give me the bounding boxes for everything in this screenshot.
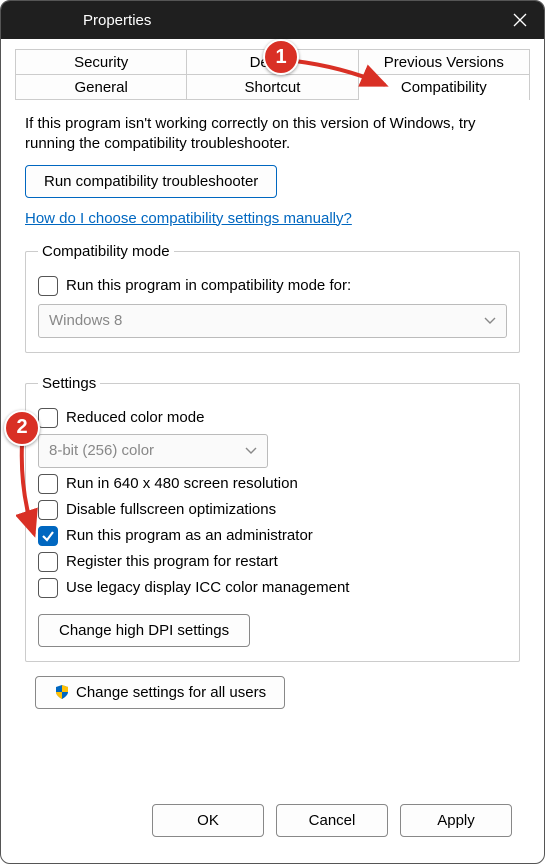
annotation-badge-2: 2 (4, 410, 40, 446)
reduced-color-label: Reduced color mode (66, 409, 204, 426)
compatibility-mode-group: Compatibility mode Run this program in c… (25, 243, 520, 353)
chevron-down-icon (484, 312, 496, 329)
reduced-color-checkbox[interactable] (38, 408, 58, 428)
annotation-arrow-1 (293, 55, 393, 95)
dialog-body: 1 Security Details Previous Versions Gen… (1, 39, 544, 863)
settings-group: Settings 2 Reduced color mode 8-bit (256… (25, 375, 520, 662)
color-mode-select-value: 8-bit (256) color (49, 442, 154, 459)
compat-mode-select-value: Windows 8 (49, 312, 122, 329)
register-restart-label: Register this program for restart (66, 553, 278, 570)
annotation-badge-1: 1 (263, 39, 299, 75)
chevron-down-icon (245, 442, 257, 459)
compat-mode-label: Run this program in compatibility mode f… (66, 277, 351, 294)
apply-button[interactable]: Apply (400, 804, 512, 837)
run-as-admin-label: Run this program as an administrator (66, 527, 313, 544)
intro-text: If this program isn't working correctly … (25, 114, 520, 155)
legacy-icc-checkbox[interactable] (38, 578, 58, 598)
compatibility-mode-legend: Compatibility mode (38, 243, 174, 260)
run-640x480-label: Run in 640 x 480 screen resolution (66, 475, 298, 492)
annotation-arrow-2 (16, 442, 46, 542)
disable-fullscreen-label: Disable fullscreen optimizations (66, 501, 276, 518)
tab-general[interactable]: General (15, 74, 187, 99)
ok-button[interactable]: OK (152, 804, 264, 837)
change-all-users-button[interactable]: Change settings for all users (35, 676, 285, 709)
run-troubleshooter-button[interactable]: Run compatibility troubleshooter (25, 165, 277, 198)
register-restart-checkbox[interactable] (38, 552, 58, 572)
window-title: Properties (15, 12, 151, 29)
color-mode-select[interactable]: 8-bit (256) color (38, 434, 268, 468)
close-button[interactable] (510, 10, 530, 30)
change-all-users-label: Change settings for all users (76, 684, 266, 701)
settings-legend: Settings (38, 375, 100, 392)
cancel-button[interactable]: Cancel (276, 804, 388, 837)
compat-mode-checkbox[interactable] (38, 276, 58, 296)
close-icon (513, 13, 527, 27)
dialog-footer: OK Cancel Apply (15, 792, 530, 855)
legacy-icc-label: Use legacy display ICC color management (66, 579, 349, 596)
manual-settings-link[interactable]: How do I choose compatibility settings m… (25, 210, 352, 227)
tab-content: If this program isn't working correctly … (15, 100, 530, 792)
shield-icon (54, 684, 70, 700)
tab-security[interactable]: Security (15, 49, 187, 74)
properties-dialog: Properties 1 Security Details Previous V… (0, 0, 545, 864)
change-dpi-button[interactable]: Change high DPI settings (38, 614, 250, 647)
compat-mode-select[interactable]: Windows 8 (38, 304, 507, 338)
titlebar: Properties (1, 1, 544, 39)
